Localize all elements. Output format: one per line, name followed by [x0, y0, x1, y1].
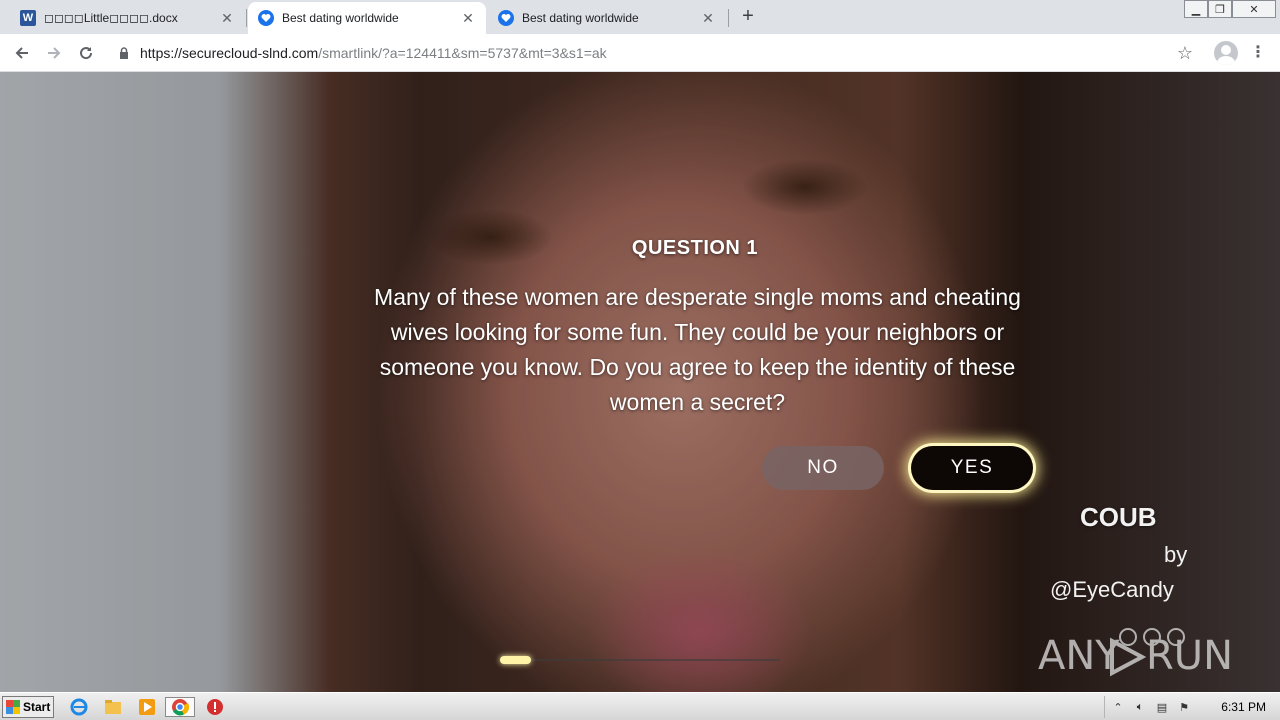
- media-player-icon[interactable]: [136, 697, 158, 717]
- restore-button[interactable]: ❐: [1208, 0, 1232, 18]
- arrow-left-icon: [15, 47, 28, 59]
- close-icon[interactable]: ✕: [219, 10, 235, 27]
- network-icon[interactable]: ▤: [1153, 698, 1171, 716]
- start-label: Start: [23, 700, 51, 714]
- url-host: https://securecloud-slnd.com: [140, 45, 319, 61]
- kebab-menu-icon[interactable]: ⋮: [1250, 41, 1266, 65]
- heart-shield-icon: [498, 10, 514, 26]
- folder-icon[interactable]: [102, 697, 124, 717]
- tab-dating-active[interactable]: Best dating worldwide ✕: [248, 2, 486, 34]
- flag-icon[interactable]: ⚑: [1175, 698, 1193, 716]
- close-icon[interactable]: ✕: [700, 10, 716, 27]
- no-button[interactable]: NO: [762, 446, 884, 490]
- chevron-up-icon[interactable]: ⌃: [1109, 698, 1127, 716]
- tab-dating[interactable]: Best dating worldwide ✕: [488, 2, 726, 34]
- stop-icon[interactable]: [204, 697, 226, 717]
- anyrun-logo: ANY RUN: [1038, 628, 1233, 679]
- system-tray: ⌃ 🔈︎ ▤ ⚑ 6:31 PM: [1104, 696, 1278, 718]
- chrome-icon[interactable]: [165, 697, 195, 717]
- question-title: QUESTION 1: [631, 237, 759, 259]
- tab-strip: W ◻◻◻◻Little◻◻◻◻.docx ✕ Best dating worl…: [0, 0, 1280, 34]
- watermark-any: ANY: [1038, 633, 1120, 677]
- profile-avatar[interactable]: [1214, 41, 1238, 65]
- tab-title: Best dating worldwide: [282, 11, 399, 25]
- author-handle: @EyeCandy: [1050, 577, 1174, 602]
- anyrun-watermark: ANY RUN: [1038, 617, 1238, 682]
- lock-icon: [118, 47, 130, 59]
- word-icon: W: [20, 10, 36, 26]
- reload-button[interactable]: [74, 41, 98, 65]
- back-button[interactable]: [10, 41, 34, 65]
- tab-divider: [728, 9, 729, 27]
- forward-button[interactable]: [42, 41, 66, 65]
- question-text: Many of these women are desperate single…: [374, 284, 1021, 415]
- ie-icon[interactable]: [68, 697, 90, 717]
- clock: 6:31 PM: [1221, 700, 1266, 714]
- window-close-button[interactable]: ✕: [1232, 0, 1276, 18]
- speaker-icon[interactable]: 🔈︎: [1131, 698, 1149, 716]
- progress-fill: [500, 656, 531, 664]
- watermark-run: RUN: [1146, 633, 1233, 677]
- coub-brand: COUB: [1080, 502, 1157, 532]
- start-button[interactable]: Start: [2, 696, 54, 718]
- page-content: QUESTION 1 Many of these women are despe…: [0, 72, 1280, 692]
- new-tab-button[interactable]: +: [736, 5, 760, 29]
- arrow-right-icon: [48, 47, 61, 59]
- tab-title: ◻◻◻◻Little◻◻◻◻.docx: [44, 11, 178, 25]
- bookmark-star-icon[interactable]: ☆: [1174, 42, 1196, 64]
- browser-toolbar: https://securecloud-slnd.com /smartlink/…: [0, 34, 1280, 72]
- windows-flag-icon: [6, 700, 20, 714]
- yes-button[interactable]: YES: [911, 446, 1033, 490]
- tab-divider: [246, 9, 247, 27]
- minimize-button[interactable]: ▁: [1184, 0, 1208, 18]
- address-bar[interactable]: https://securecloud-slnd.com /smartlink/…: [110, 38, 1210, 68]
- by-label: by: [1164, 542, 1188, 567]
- progress-track: [500, 659, 780, 661]
- url-path: /smartlink/?a=124411&sm=5737&mt=3&s1=ak: [318, 45, 607, 61]
- taskbar: Start ⌃ 🔈︎ ▤ ⚑ 6:31 PM: [0, 692, 1280, 720]
- heart-shield-icon: [258, 10, 274, 26]
- tab-docx[interactable]: W ◻◻◻◻Little◻◻◻◻.docx ✕: [10, 2, 245, 34]
- close-icon[interactable]: ✕: [460, 10, 476, 27]
- reload-icon: [80, 47, 93, 60]
- tab-title: Best dating worldwide: [522, 11, 639, 25]
